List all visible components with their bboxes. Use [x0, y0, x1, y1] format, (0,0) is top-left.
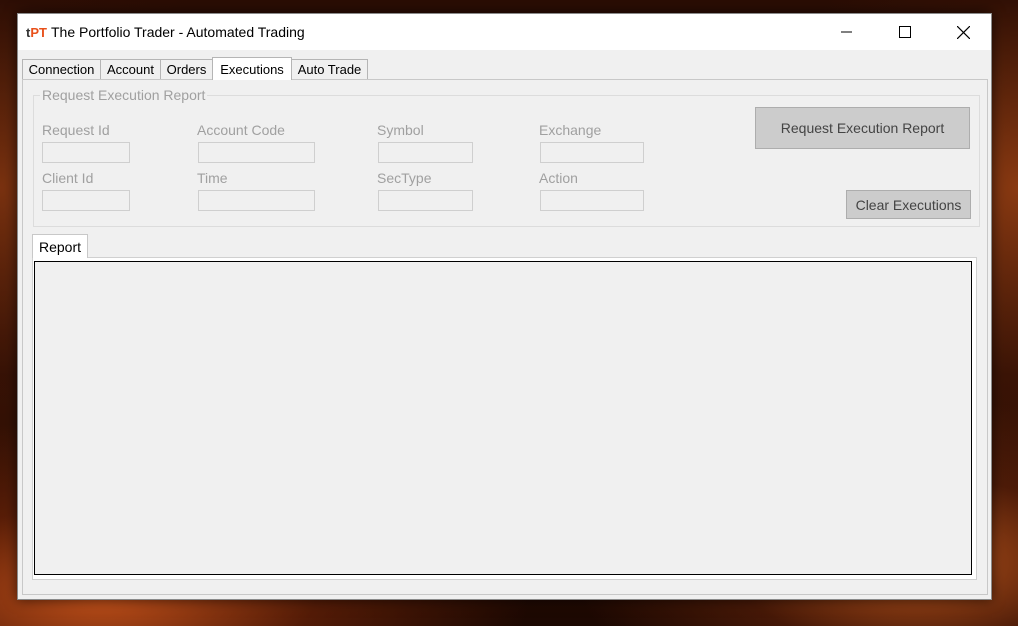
tab-executions[interactable]: Executions	[212, 57, 292, 80]
time-input[interactable]	[198, 190, 315, 211]
tab-connection[interactable]: Connection	[22, 59, 101, 79]
symbol-input[interactable]	[378, 142, 473, 163]
symbol-label: Symbol	[377, 122, 424, 138]
title-bar[interactable]: tPT The Portfolio Trader - Automated Tra…	[18, 14, 991, 50]
request-id-label: Request Id	[42, 122, 110, 138]
close-button[interactable]	[934, 14, 992, 50]
exchange-input[interactable]	[540, 142, 644, 163]
time-label: Time	[197, 170, 228, 186]
tab-auto-trade[interactable]: Auto Trade	[291, 59, 368, 79]
executions-tab-page: Request Execution Report Request Id Acco…	[22, 79, 988, 595]
maximize-button[interactable]	[876, 14, 934, 50]
action-input[interactable]	[540, 190, 644, 211]
app-logo: tPT	[26, 25, 47, 40]
close-icon	[956, 25, 970, 39]
client-id-label: Client Id	[42, 170, 94, 186]
tab-account[interactable]: Account	[100, 59, 161, 79]
app-window: tPT The Portfolio Trader - Automated Tra…	[17, 13, 992, 600]
account-code-input[interactable]	[198, 142, 315, 163]
report-textarea[interactable]	[34, 261, 972, 575]
account-code-label: Account Code	[197, 122, 285, 138]
client-id-input[interactable]	[42, 190, 130, 211]
group-title: Request Execution Report	[40, 87, 208, 103]
clear-executions-button[interactable]: Clear Executions	[846, 190, 971, 219]
action-label: Action	[539, 170, 578, 186]
minimize-icon	[841, 31, 852, 33]
tab-orders[interactable]: Orders	[160, 59, 213, 79]
sectype-input[interactable]	[378, 190, 473, 211]
sectype-label: SecType	[377, 170, 432, 186]
request-id-input[interactable]	[42, 142, 130, 163]
exchange-label: Exchange	[539, 122, 602, 138]
tab-report[interactable]: Report	[32, 234, 88, 258]
minimize-button[interactable]	[818, 14, 876, 50]
request-execution-group: Request Execution Report Request Id Acco…	[33, 87, 980, 227]
maximize-icon	[899, 26, 911, 38]
window-title: The Portfolio Trader - Automated Trading	[51, 24, 305, 40]
request-execution-report-button[interactable]: Request Execution Report	[755, 107, 970, 149]
